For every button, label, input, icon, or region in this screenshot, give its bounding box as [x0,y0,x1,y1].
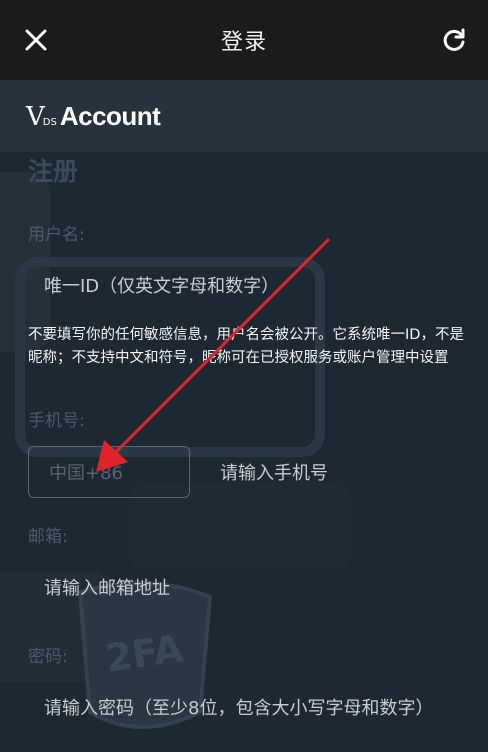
brand-bar: V DS Account [0,80,488,152]
password-input[interactable]: 请输入密码（至少8位，包含大小写字母和数字） [28,682,476,732]
country-code-select[interactable]: 中国+86 [28,446,190,498]
logo-wordmark: Account [59,100,161,131]
register-panel: 2FA 注册 用户名: 唯一ID（仅英文字母和数字） 不要填写你的任何敏感信息，… [0,152,488,752]
username-label: 用户名: [28,225,85,245]
email-input[interactable]: 请输入邮箱地址 [28,562,476,612]
phone-label: 手机号: [28,411,85,431]
close-icon [25,29,47,51]
username-hint: 不要填写你的任何敏感信息，用户名会被公开。它系统唯一ID，不是昵称；不支持中文和… [28,327,464,366]
refresh-button[interactable] [436,22,472,58]
close-button[interactable] [18,22,54,58]
phone-input[interactable]: 请输入手机号 [204,446,476,498]
email-label: 邮箱: [28,527,68,547]
username-input[interactable]: 唯一ID（仅英文字母和数字） [28,260,476,310]
refresh-icon [443,28,465,51]
password-label: 密码: [28,647,68,667]
register-form: 注册 用户名: 唯一ID（仅英文字母和数字） 不要填写你的任何敏感信息，用户名会… [0,152,488,752]
section-title: 注册 [28,157,79,186]
vds-account-logo: V DS Account [26,100,161,132]
top-bar: 登录 [0,0,488,80]
logo-ds: DS [42,116,57,128]
page-title: 登录 [220,30,267,55]
